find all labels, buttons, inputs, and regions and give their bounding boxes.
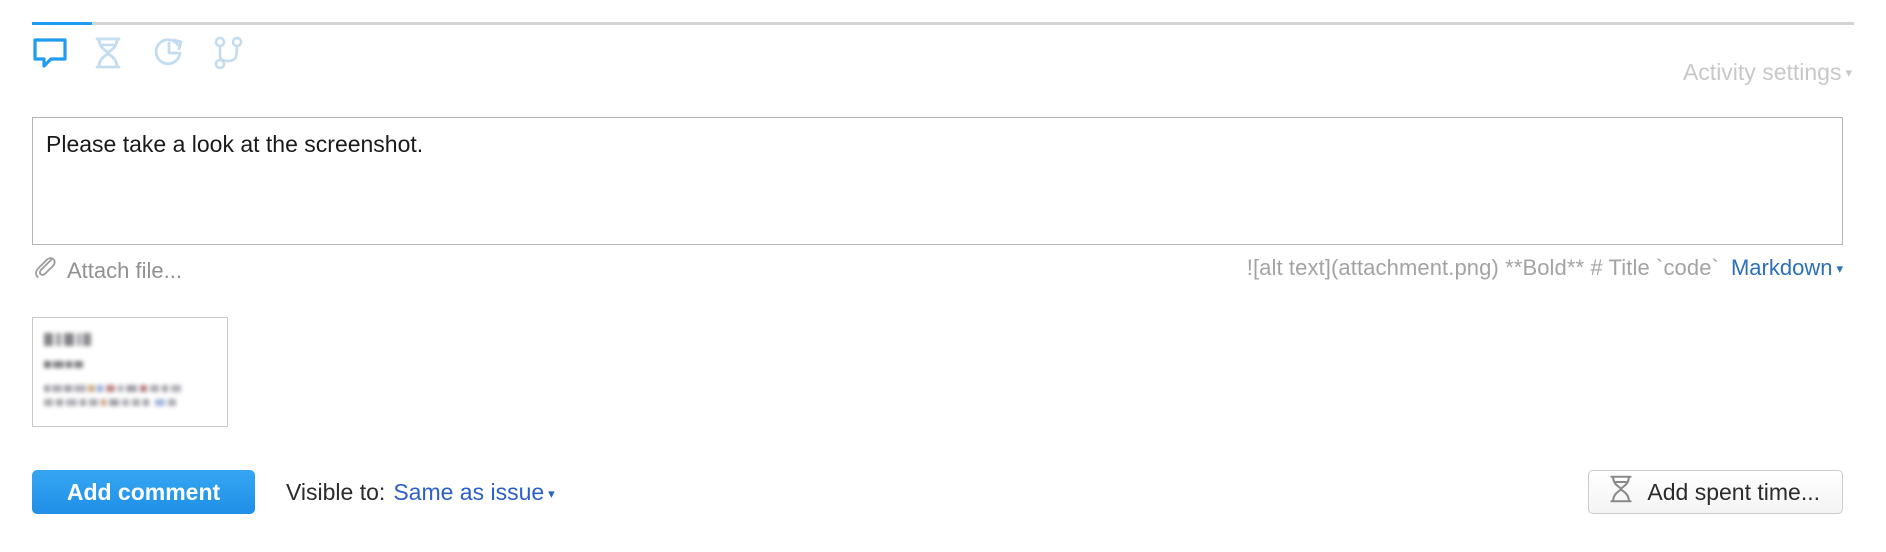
- composer-meta-row: Attach file... ![alt text](attachment.pn…: [32, 255, 1843, 287]
- attachment-thumbnail[interactable]: [32, 317, 228, 427]
- markdown-syntax-hint: ![alt text](attachment.png) **Bold** # T…: [1246, 255, 1719, 280]
- attach-file-label: Attach file...: [67, 257, 182, 283]
- clock-arrow-icon: [152, 36, 188, 70]
- hourglass-icon: [1607, 474, 1635, 510]
- markdown-label: Markdown: [1730, 255, 1833, 280]
- visible-to-dropdown[interactable]: Same as issue ▾: [393, 479, 554, 506]
- comment-composer-panel: Activity settings ▾ Please take a look at…: [0, 0, 1886, 552]
- thumbnail-preview-image: [33, 318, 227, 426]
- git-branch-icon: [212, 36, 244, 70]
- visibility-control: Visible to: Same as issue ▾: [286, 470, 555, 514]
- comment-textarea-value: Please take a look at the screenshot.: [46, 131, 424, 157]
- attach-file-button[interactable]: Attach file...: [32, 255, 182, 286]
- tab-work[interactable]: [92, 25, 152, 81]
- markdown-hint: ![alt text](attachment.png) **Bold** # T…: [1247, 255, 1843, 281]
- tab-comments[interactable]: [32, 25, 92, 81]
- composer-actions: Add comment Visible to: Same as issue ▾ A…: [32, 470, 1843, 514]
- add-comment-button[interactable]: Add comment: [32, 470, 255, 514]
- tab-vcs-changes[interactable]: [212, 25, 272, 81]
- add-spent-time-button[interactable]: Add spent time...: [1588, 470, 1843, 514]
- visible-to-label: Visible to:: [286, 478, 386, 505]
- visible-to-value: Same as issue: [393, 478, 545, 505]
- comment-textarea[interactable]: Please take a look at the screenshot.: [32, 117, 1843, 245]
- hourglass-icon: [92, 36, 124, 70]
- activity-tabbar: Activity settings ▾: [0, 22, 1886, 85]
- tabbar-divider: [32, 22, 1854, 25]
- tab-time-tracking[interactable]: [152, 25, 212, 81]
- chevron-down-icon: ▾: [548, 485, 555, 501]
- chevron-down-icon: ▾: [1836, 261, 1843, 276]
- tab-list: [32, 25, 272, 81]
- chevron-down-icon: ▾: [1845, 64, 1852, 80]
- add-spent-time-label: Add spent time...: [1647, 478, 1820, 505]
- paperclip-icon: [32, 255, 58, 286]
- speech-bubble-icon: [32, 37, 68, 69]
- markdown-dropdown[interactable]: Markdown ▾: [1731, 255, 1843, 281]
- activity-settings-label: Activity settings: [1682, 59, 1842, 85]
- activity-settings-dropdown[interactable]: Activity settings ▾: [1683, 44, 1852, 102]
